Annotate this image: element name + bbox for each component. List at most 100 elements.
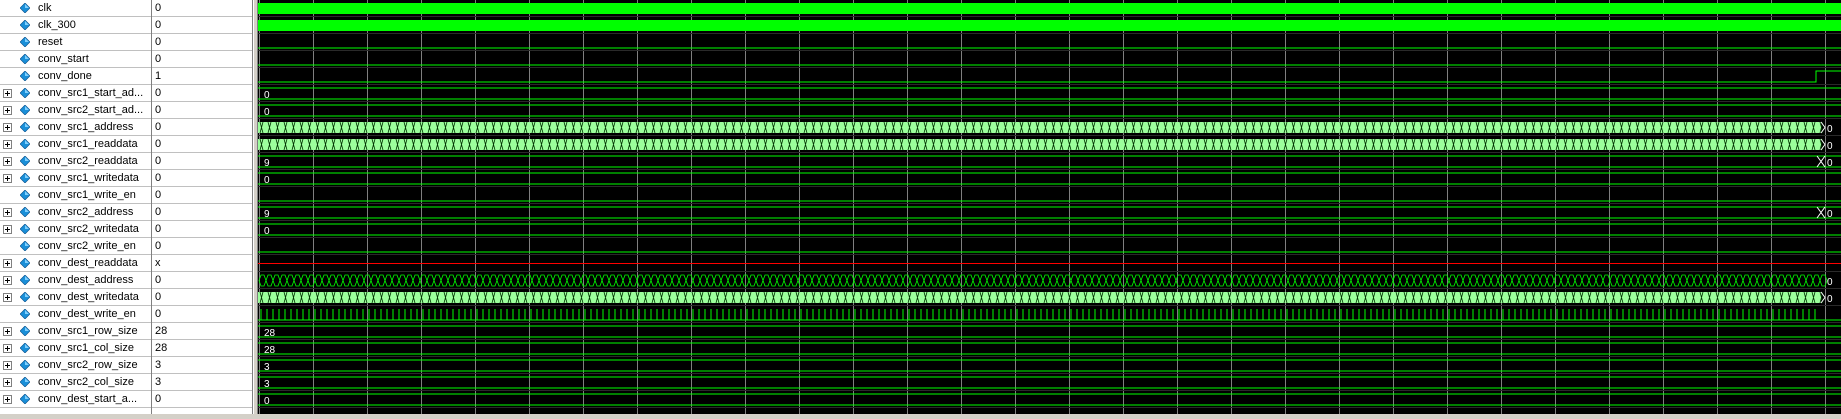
bus-diamond-icon [20,156,30,166]
signal-row-7[interactable]: conv_src1_address [0,119,151,136]
signal-row-14[interactable]: conv_src2_write_en [0,238,151,255]
bus-diamond-icon [20,258,30,268]
bus-diamond-icon [20,173,30,183]
clock-wave [258,3,1841,14]
waveform-23: 0 [258,393,1841,407]
signal-row-10[interactable]: conv_src1_writedata [0,170,151,187]
done-wave [258,70,1841,83]
bus-value-label: 0 [264,175,270,186]
signal-name: conv_src2_row_size [38,359,138,371]
bus-value-label: 0 [264,226,270,237]
clock-wave [258,20,1841,31]
signal-row-6[interactable]: conv_src2_start_ad... [0,102,151,119]
bus-diamond-icon [20,343,30,353]
signal-value: 3 [152,374,252,391]
signal-value: 0 [152,221,252,238]
expand-icon[interactable] [3,225,12,234]
bus-diamond-icon [20,224,30,234]
expand-icon[interactable] [3,208,12,217]
signal-name: conv_src1_address [38,121,134,133]
signal-name: clk_300 [38,19,76,31]
waveform-9: 90 [258,155,1841,169]
signal-row-22[interactable]: conv_src2_col_size [0,374,151,391]
signal-row-1[interactable]: clk_300 [0,17,151,34]
signal-name: conv_src1_writedata [38,172,139,184]
signal-row-11[interactable]: conv_src1_write_en [0,187,151,204]
expand-icon[interactable] [3,395,12,404]
signal-diamond-icon [20,20,30,30]
signal-diamond-icon [20,54,30,64]
signal-name: conv_src2_readdata [38,155,138,167]
signal-diamond-icon [20,71,30,81]
expand-icon[interactable] [3,361,12,370]
bus-value-label: 0 [264,396,270,407]
expand-icon[interactable] [3,344,12,353]
signal-row-21[interactable]: conv_src2_row_size [0,357,151,374]
waveform-7: 0 [258,121,1833,135]
waveform-10: 0 [258,172,1841,186]
signal-row-8[interactable]: conv_src1_readdata [0,136,151,153]
signal-row-17[interactable]: conv_dest_writedata [0,289,151,306]
signal-row-4[interactable]: conv_done [0,68,151,85]
waveform-12: 90 [258,206,1841,220]
bus-diamond-icon [20,394,30,404]
bus-diamond-icon [20,326,30,336]
bus-transition [1816,206,1826,219]
signal-name: conv_dest_write_en [38,308,136,320]
waveform-6: 0 [258,104,1841,118]
signal-name: conv_dest_start_a... [38,393,138,405]
signal-name: conv_start [38,53,89,65]
bus-value-label: 28 [264,328,276,339]
signal-value: 0 [152,0,252,17]
bus-value-label: 0 [264,90,270,101]
signal-row-20[interactable]: conv_src1_col_size [0,340,151,357]
waveform-17: 0 [258,291,1833,305]
signal-value: 28 [152,340,252,357]
expand-icon[interactable] [3,327,12,336]
expand-icon[interactable] [3,276,12,285]
expand-icon[interactable] [3,157,12,166]
waveform-pane[interactable]: 0 0 0 0 9 0 0 9 0 0 0 0 28 28 3 3 0 [258,0,1841,414]
waveform-1 [258,20,1841,31]
signal-row-23[interactable]: conv_dest_start_a... [0,391,151,408]
bus-diamond-icon [20,207,30,217]
signal-value: 0 [152,102,252,119]
signal-name: clk [38,2,52,14]
signal-name: conv_src2_address [38,206,134,218]
bus-diamond-icon [20,139,30,149]
signal-row-19[interactable]: conv_src1_row_size [0,323,151,340]
expand-icon[interactable] [3,174,12,183]
expand-icon[interactable] [3,140,12,149]
signal-value: 0 [152,51,252,68]
signal-row-3[interactable]: conv_start [0,51,151,68]
signal-diamond-icon [20,190,30,200]
bus-value-label: 3 [264,362,270,373]
signal-diamond-icon [20,37,30,47]
waveform-13: 0 [258,223,1841,237]
signal-row-16[interactable]: conv_dest_address [0,272,151,289]
expand-icon[interactable] [3,106,12,115]
waveform-canvas[interactable]: 00009 009 00002828330 [258,0,1841,414]
signal-row-9[interactable]: conv_src2_readdata [0,153,151,170]
expand-icon[interactable] [3,123,12,132]
expand-icon[interactable] [3,89,12,98]
signal-value: 0 [152,170,252,187]
signal-row-13[interactable]: conv_src2_writedata [0,221,151,238]
bus-value-label: 9 [264,158,270,169]
signal-row-18[interactable]: conv_dest_write_en [0,306,151,323]
waveform-viewer: clk clk_300 reset conv_start conv_done conv_s… [0,0,1841,414]
signal-row-5[interactable]: conv_src1_start_ad... [0,85,151,102]
bus-end-label: 0 [1827,158,1833,169]
signal-name: conv_src2_writedata [38,223,139,235]
expand-icon[interactable] [3,259,12,268]
expand-icon[interactable] [3,378,12,387]
bus-value-label: 28 [264,345,276,356]
signal-row-15[interactable]: conv_dest_readdata [0,255,151,272]
signal-row-2[interactable]: reset [0,34,151,51]
bus-end-label: 0 [1827,141,1833,152]
signal-name: conv_src2_write_en [38,240,136,252]
signal-row-12[interactable]: conv_src2_address [0,204,151,221]
signal-row-0[interactable]: clk [0,0,151,17]
pulse-wave [258,309,1821,321]
expand-icon[interactable] [3,293,12,302]
